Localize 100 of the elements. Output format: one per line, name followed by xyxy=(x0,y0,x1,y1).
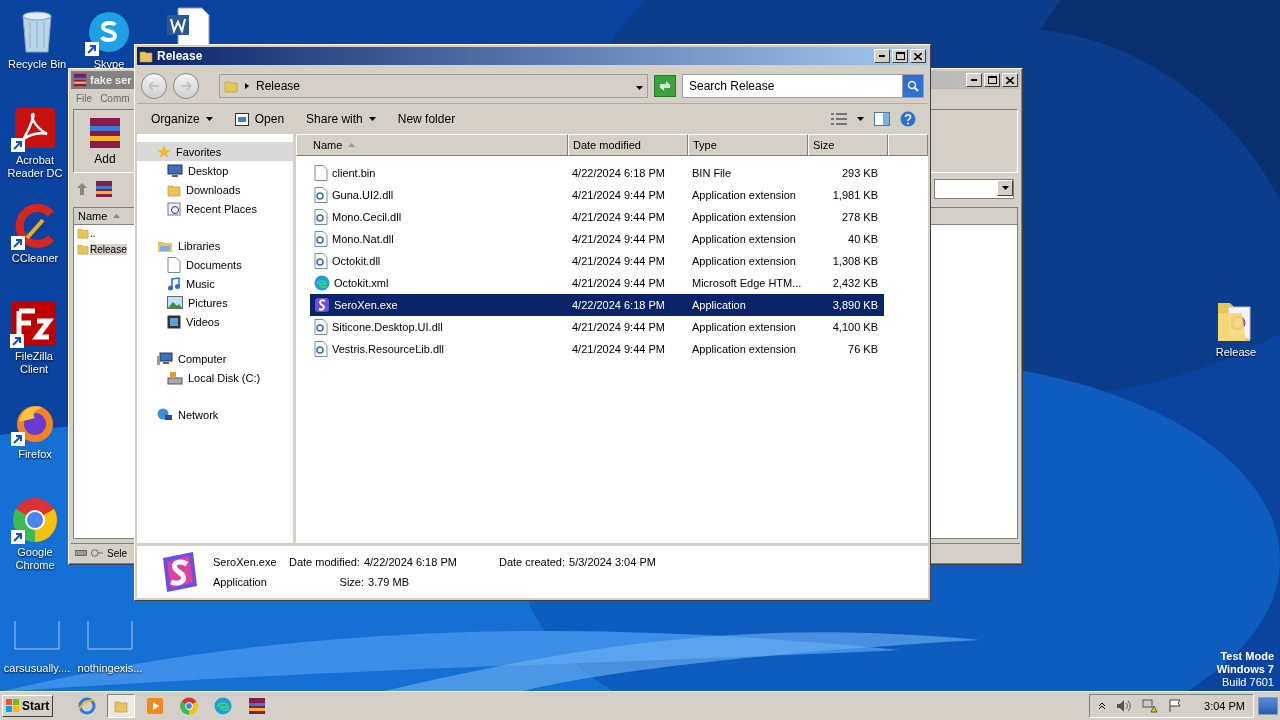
file-row[interactable]: Siticone.Desktop.UI.dll 4/21/2024 9:44 PM Application extension 4,100 KB xyxy=(310,316,884,338)
column-header[interactable]: Type xyxy=(688,134,808,156)
film-icon xyxy=(167,314,181,329)
minimize-button[interactable] xyxy=(966,73,982,87)
folder-icon xyxy=(139,49,153,63)
sort-arrow-icon xyxy=(113,214,121,218)
file-row[interactable]: Mono.Nat.dll 4/21/2024 9:44 PM Application extension 40 KB xyxy=(310,228,884,250)
column-header[interactable]: Date modified xyxy=(568,134,688,156)
refresh-icon xyxy=(659,81,671,91)
nav-item[interactable]: Desktop xyxy=(137,161,293,180)
back-button[interactable] xyxy=(141,73,167,99)
recycle-bin-icon xyxy=(20,10,54,54)
search-button[interactable] xyxy=(902,74,924,98)
show-desktop-button[interactable] xyxy=(1258,697,1278,715)
date-cell-text: 4/21/2024 9:44 PM xyxy=(572,233,666,245)
maximize-button[interactable] xyxy=(984,73,1000,87)
desktop-icon-label[interactable]: CCleaner xyxy=(11,252,59,265)
caret-icon xyxy=(368,117,376,121)
desktop-icon-label[interactable]: Recycle Bin xyxy=(7,58,67,71)
file-name[interactable]: Release xyxy=(90,243,127,255)
flag-icon[interactable] xyxy=(1168,699,1183,713)
column-header[interactable]: Name xyxy=(78,210,108,222)
file-row[interactable]: Octokit.xml 4/21/2024 9:44 PM Microsoft Edge HTM... 2,432 KB xyxy=(310,272,884,294)
nav-item[interactable]: Documents xyxy=(137,255,293,274)
address-bar[interactable]: Release xyxy=(219,74,648,98)
file-type: Application xyxy=(213,576,268,588)
command-button[interactable]: Organize xyxy=(149,110,215,128)
maximize-button[interactable] xyxy=(892,49,908,63)
nav-item[interactable]: Favorites xyxy=(137,142,293,161)
type-cell-text: Application extension xyxy=(692,233,797,245)
edge-browser-icon xyxy=(314,275,330,291)
file-row[interactable]: Guna.UI2.dll 4/21/2024 9:44 PM Application extension 1,981 KB xyxy=(310,184,884,206)
desktop-icon-label[interactable]: carsusually.... xyxy=(3,662,71,675)
file-name: Siticone.Desktop.UI.dll xyxy=(332,321,443,333)
column-header[interactable]: Size xyxy=(808,134,888,156)
file-name[interactable]: .. xyxy=(90,227,96,239)
field-value: 5/3/2024 3:04 PM xyxy=(569,556,656,568)
command-button[interactable]: Share with xyxy=(304,110,378,128)
nav-item[interactable]: Downloads xyxy=(137,180,293,199)
speaker-icon[interactable] xyxy=(1116,699,1133,713)
type-cell-text: Application xyxy=(692,299,747,311)
desktop-icon-label[interactable]: Firefox xyxy=(18,448,52,461)
network-globe-icon xyxy=(157,407,173,422)
file-name: Guna.UI2.dll xyxy=(332,189,394,201)
chrome-icon xyxy=(180,697,199,715)
computer-icon xyxy=(157,351,173,366)
nav-item[interactable]: Computer xyxy=(137,349,293,368)
desktop-icon-label[interactable]: nothingexis... xyxy=(77,662,143,675)
refresh-button[interactable] xyxy=(654,75,676,97)
file-row[interactable]: Mono.Cecil.dll 4/21/2024 9:44 PM Application extension 278 KB xyxy=(310,206,884,228)
up-arrow-icon[interactable] xyxy=(77,183,87,195)
command-button[interactable]: Open xyxy=(232,110,287,128)
desktop-icon-label[interactable]: Acrobat Reader DC xyxy=(2,154,68,180)
preview-pane-icon[interactable] xyxy=(874,112,890,126)
close-button[interactable] xyxy=(1002,73,1018,87)
command-button[interactable]: New folder xyxy=(395,110,458,128)
view-list-icon[interactable] xyxy=(831,113,847,125)
app-logo-icon xyxy=(314,297,330,313)
nav-item[interactable]: Recent Places xyxy=(137,199,293,218)
menu-item[interactable]: Comm xyxy=(100,92,130,104)
close-icon xyxy=(1006,76,1014,84)
close-button[interactable] xyxy=(910,49,926,63)
network-warning-icon[interactable] xyxy=(1142,699,1159,713)
file-name: SeroXen.exe xyxy=(213,556,278,568)
minimize-button[interactable] xyxy=(874,49,890,63)
nav-item[interactable]: Music xyxy=(137,274,293,293)
path-field[interactable] xyxy=(934,179,1014,199)
menu-item[interactable]: File xyxy=(76,92,93,104)
search-field[interactable]: Search Release xyxy=(682,74,902,98)
column-header[interactable]: Name xyxy=(296,134,568,156)
add-button[interactable]: Add xyxy=(88,116,122,166)
nav-item[interactable]: Libraries xyxy=(137,236,293,255)
forward-button[interactable] xyxy=(173,73,199,99)
shortcut-arrow-icon xyxy=(85,42,99,56)
date-cell-text: 4/21/2024 9:44 PM xyxy=(572,255,666,267)
file-row[interactable]: Vestris.ResourceLib.dll 4/21/2024 9:44 PM Application extension 76 KB xyxy=(310,338,884,360)
gear-document-icon xyxy=(314,187,328,203)
type-cell-text: Application extension xyxy=(692,255,797,267)
chevron-up-icon[interactable] xyxy=(1098,702,1107,710)
file-row[interactable]: SeroXen.exe 4/22/2024 6:18 PM Application 3,890 KB xyxy=(310,294,884,316)
desktop-icon-label[interactable]: Release xyxy=(1215,346,1257,359)
date-cell-text: 4/22/2024 6:18 PM xyxy=(572,299,666,311)
taskbar-app-button[interactable] xyxy=(107,694,136,718)
file-row[interactable]: client.bin 4/22/2024 6:18 PM BIN File 293 KB xyxy=(310,162,884,184)
nav-item[interactable]: Network xyxy=(137,405,293,424)
nav-item[interactable]: Local Disk (C:) xyxy=(137,368,293,387)
type-cell-text: Microsoft Edge HTM... xyxy=(692,277,803,289)
nav-item[interactable]: Videos xyxy=(137,312,293,331)
desktop-icon-label[interactable]: Google Chrome xyxy=(2,546,68,572)
windows-logo-icon xyxy=(6,699,20,713)
download-folder-icon xyxy=(167,182,181,197)
minimize-icon xyxy=(879,55,885,57)
nav-item[interactable]: Pictures xyxy=(137,293,293,312)
file-row[interactable]: Octokit.dll 4/21/2024 9:44 PM Application extension 1,308 KB xyxy=(310,250,884,272)
desktop-icon-label[interactable]: FileZilla Client xyxy=(0,350,68,376)
start-button[interactable]: Start xyxy=(2,695,54,717)
help-icon[interactable] xyxy=(900,111,916,127)
archive-icon xyxy=(88,116,122,150)
date-cell-text: 4/21/2024 9:44 PM xyxy=(572,277,666,289)
clock[interactable]: 3:04 PM xyxy=(1204,700,1245,712)
